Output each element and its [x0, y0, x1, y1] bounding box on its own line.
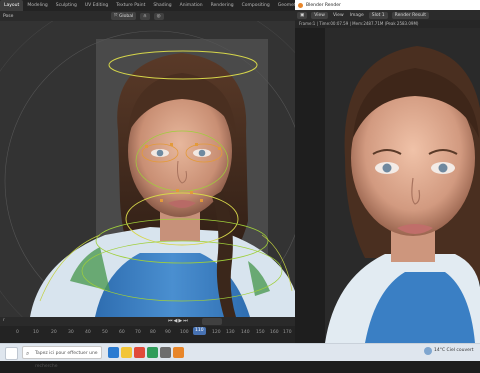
search-placeholder: Tapez ici pour effectuer une recherche [35, 351, 98, 369]
slot-selector[interactable]: Slot 1 [368, 11, 388, 19]
tick-label: 30 [68, 330, 74, 335]
windows-start-icon[interactable] [5, 347, 18, 360]
tab-compositing[interactable]: Compositing [238, 0, 274, 11]
view-mode-button[interactable]: View [311, 11, 328, 19]
view-mode-label: View [314, 12, 325, 18]
render-window-menu: ▣ View View Image Slot 1 Render Result [295, 10, 480, 20]
tab-texture-paint[interactable]: Texture Paint [112, 0, 149, 11]
tick-label: 150 [256, 330, 265, 335]
chrome-browser-icon[interactable] [147, 347, 158, 358]
tab-layout[interactable]: Layout [0, 0, 24, 11]
render-result-label: Render Result [394, 12, 427, 18]
playback-controls[interactable]: ⏮◀▶⏭ [168, 318, 189, 324]
tab-shading[interactable]: Shading [149, 0, 175, 11]
steam-icon[interactable] [160, 347, 171, 358]
menu-image[interactable]: Image [347, 13, 367, 18]
current-frame-indicator[interactable]: 110 [193, 327, 206, 335]
magnet-icon: ∩ [143, 13, 147, 19]
search-input[interactable]: ⌕ Tapez ici pour effectuer une recherche [22, 346, 102, 369]
timeline-panel: r ⏮◀▶⏭ 0 10 20 30 40 50 60 70 80 90 100 … [0, 317, 295, 343]
orientation-selector[interactable]: ⤧ Global [110, 12, 137, 20]
timeline-left-label: r [3, 318, 5, 323]
timeline-ruler[interactable]: 0 10 20 30 40 50 60 70 80 90 100 110 120… [0, 326, 295, 343]
proportional-toggle[interactable]: ◎ [153, 12, 164, 20]
opera-browser-icon[interactable] [134, 347, 145, 358]
timeline-controls: r ⏮◀▶⏭ [0, 317, 295, 326]
tick-label: 130 [226, 330, 235, 335]
tick-label: 60 [119, 330, 125, 335]
image-editor-icon: ▣ [300, 12, 305, 18]
tab-modeling[interactable]: Modeling [23, 0, 51, 11]
search-icon: ⌕ [26, 350, 30, 357]
snap-toggle[interactable]: ∩ [140, 12, 150, 20]
render-status: Frame:1 | Time:00:07.59 | Mem:2487.71M (… [295, 20, 480, 28]
menu-view[interactable]: View [330, 13, 347, 18]
tab-sculpting[interactable]: Sculpting [52, 0, 81, 11]
orientation-icon: ⤧ [113, 14, 118, 19]
3d-viewport[interactable] [0, 21, 295, 317]
orientation-label: Global [118, 14, 134, 19]
tick-label: 20 [51, 330, 57, 335]
tick-label: 170 [283, 330, 292, 335]
blender-taskbar-icon[interactable] [173, 347, 184, 358]
weather-icon [424, 347, 432, 355]
windows-taskbar: ⌕ Tapez ici pour effectuer une recherche… [0, 343, 480, 369]
tick-label: 100 [180, 330, 189, 335]
render-result-selector[interactable]: Render Result [391, 11, 430, 19]
tick-label: 50 [102, 330, 108, 335]
tick-label: 10 [33, 330, 39, 335]
render-result-image [325, 28, 480, 343]
mode-selector[interactable]: Pose [0, 14, 16, 19]
tick-label: 40 [85, 330, 91, 335]
tick-label: 90 [165, 330, 171, 335]
tick-label: 0 [16, 330, 19, 335]
workspace-tabs: Layout Modeling Sculpting UV Editing Tex… [0, 0, 344, 11]
render-window: Blender Render ▣ View View Image Slot 1 … [295, 0, 480, 343]
editor-type-button[interactable]: ▣ [297, 11, 308, 19]
viewport-header: Pose ⤧ Global ∩ ◎ [0, 11, 295, 21]
task-view-icon[interactable] [108, 347, 119, 358]
slot-selector-label: Slot 1 [371, 12, 385, 18]
tab-uv-editing[interactable]: UV Editing [81, 0, 112, 11]
weather-text[interactable]: 14°C Ciel couvert [434, 348, 474, 353]
render-window-title: Blender Render [306, 2, 341, 8]
tick-label: 80 [150, 330, 156, 335]
render-portrait [325, 28, 480, 343]
tick-label: 140 [241, 330, 250, 335]
viewport-scene [0, 21, 295, 317]
render-window-titlebar[interactable]: Blender Render [295, 0, 480, 10]
file-explorer-icon[interactable] [121, 347, 132, 358]
blender-logo-icon [298, 2, 303, 8]
tick-label: 120 [212, 330, 221, 335]
current-frame-field[interactable] [202, 318, 222, 325]
tick-label: 160 [270, 330, 279, 335]
tick-label: 70 [135, 330, 141, 335]
tab-rendering[interactable]: Rendering [207, 0, 238, 11]
tab-animation[interactable]: Animation [176, 0, 207, 11]
proportional-icon: ◎ [156, 13, 161, 19]
